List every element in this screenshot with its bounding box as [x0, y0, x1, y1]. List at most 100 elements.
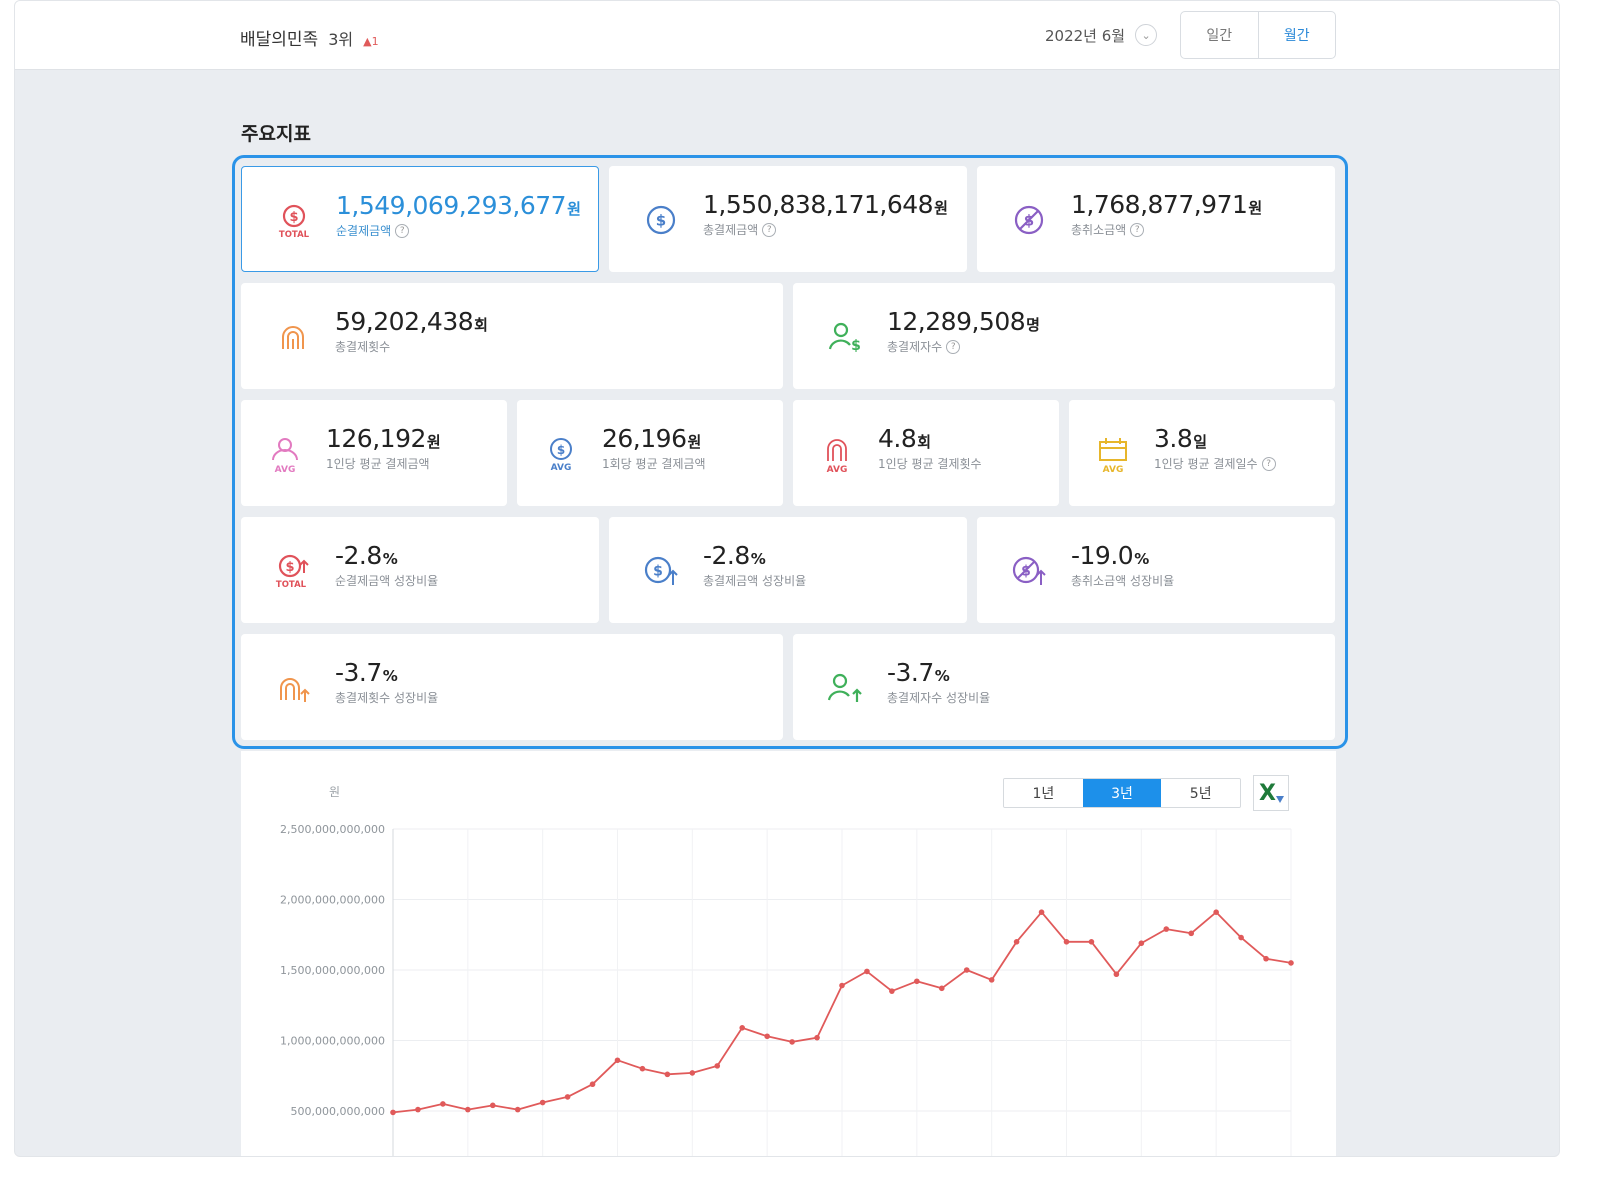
- data-point[interactable]: [1063, 939, 1070, 945]
- kpi-card[interactable]: $ -19.0% 총취소금액 성장비율: [977, 517, 1335, 623]
- data-point[interactable]: [614, 1057, 621, 1064]
- kpi-card[interactable]: AVG 3.8일 1인당 평균 결제일수?: [1069, 400, 1335, 506]
- kpi-card[interactable]: AVG 126,192원 1인당 평균 결제금액: [241, 400, 507, 506]
- fingerprint-icon: [271, 315, 315, 359]
- data-point[interactable]: [814, 1034, 820, 1041]
- kpi-value-unit: 원: [687, 433, 701, 451]
- kpi-card[interactable]: $12,289,508명 총결제자수?: [793, 283, 1335, 389]
- data-point[interactable]: [514, 1106, 521, 1113]
- kpi-label-text: 1회당 평균 결제금액: [602, 457, 706, 471]
- range-5y-button[interactable]: 5년: [1161, 779, 1240, 807]
- company-name: 배달의민족: [240, 30, 319, 50]
- data-point[interactable]: [1213, 909, 1219, 915]
- kpi-card[interactable]: $ -2.8% 총결제금액 성장비율: [609, 517, 967, 623]
- kpi-value: -2.8%: [335, 541, 438, 570]
- kpi-label-text: 총취소금액: [1071, 223, 1127, 237]
- chevron-down-icon[interactable]: ⌄: [1135, 24, 1158, 46]
- svg-text:$: $: [289, 210, 298, 225]
- range-3y-button[interactable]: 3년: [1082, 779, 1162, 807]
- svg-text:AVG: AVG: [1103, 465, 1124, 475]
- data-point[interactable]: [539, 1099, 546, 1106]
- period-selector[interactable]: 2022년 6월 ⌄: [1045, 24, 1158, 46]
- toggle-daily[interactable]: 일간: [1181, 12, 1258, 58]
- help-icon[interactable]: ?: [395, 223, 410, 238]
- data-point[interactable]: [714, 1063, 721, 1069]
- kpi-value: 12,289,508명: [887, 307, 1040, 336]
- data-point[interactable]: [963, 967, 970, 973]
- kpi-value: 3.8일: [1154, 424, 1276, 453]
- data-point[interactable]: [1238, 934, 1244, 941]
- kpi-card[interactable]: -3.7% 총결제자수 성장비율: [793, 634, 1335, 740]
- data-point[interactable]: [390, 1109, 396, 1116]
- data-point[interactable]: [1088, 939, 1095, 945]
- data-point[interactable]: [914, 978, 920, 985]
- data-point[interactable]: [789, 1039, 795, 1045]
- data-point[interactable]: [1263, 955, 1269, 962]
- data-point[interactable]: [864, 968, 870, 975]
- excel-download-icon[interactable]: X: [1253, 775, 1289, 811]
- y-tick-label: 2,000,000,000,000: [280, 894, 385, 907]
- data-point[interactable]: [1188, 930, 1195, 937]
- range-1y-button[interactable]: 1년: [1004, 779, 1083, 807]
- kpi-card[interactable]: -3.7% 총결제횟수 성장비율: [241, 634, 783, 740]
- kpi-card[interactable]: $ TOTAL -2.8% 순결제금액 성장비율: [241, 517, 599, 623]
- chart-panel: 원 1년 3년 5년 X 500,000,000,000 1,000,000,00…: [241, 751, 1336, 1156]
- top-bar: 배달의민족 3위 ▲1 2022년 6월 ⌄ 일간 월간: [15, 1, 1559, 70]
- user-avg-icon: AVG: [263, 432, 307, 476]
- kpi-text: 126,192원 1인당 평균 결제금액: [326, 424, 441, 472]
- data-point[interactable]: [839, 982, 845, 989]
- help-icon[interactable]: ?: [1130, 222, 1145, 237]
- svg-text:$: $: [851, 338, 861, 354]
- help-icon[interactable]: ?: [946, 339, 961, 354]
- kpi-value-unit: %: [382, 550, 398, 568]
- data-point[interactable]: [988, 977, 995, 983]
- kpi-card[interactable]: $1,768,877,971원총취소금액?: [977, 166, 1335, 272]
- dollar-avg-icon: $ AVG: [539, 432, 583, 476]
- data-point[interactable]: [1038, 909, 1045, 915]
- kpi-value-unit: %: [382, 667, 398, 685]
- data-point[interactable]: [689, 1070, 696, 1076]
- kpi-text: 12,289,508명 총결제자수?: [887, 307, 1040, 355]
- kpi-card[interactable]: $ AVG 26,196원 1회당 평균 결제금액: [517, 400, 783, 506]
- kpi-text: 4.8회 1인당 평균 결제횟수: [878, 424, 982, 472]
- y-tick-label: 2,500,000,000,000: [280, 823, 385, 836]
- data-point[interactable]: [589, 1081, 596, 1088]
- data-point[interactable]: [938, 985, 945, 992]
- kpi-label-text: 총결제금액 성장비율: [703, 574, 807, 588]
- kpi-grid: $ TOTAL 1,549,069,293,677원 순결제금액? $1,550,838…: [232, 155, 1348, 749]
- kpi-card[interactable]: 59,202,438회 총결제횟수: [241, 283, 783, 389]
- toggle-monthly[interactable]: 월간: [1257, 12, 1336, 58]
- data-point[interactable]: [739, 1025, 746, 1031]
- kpi-value-number: -19.0: [1071, 541, 1134, 570]
- svg-text:AVG: AVG: [827, 465, 848, 475]
- help-icon[interactable]: ?: [1261, 456, 1276, 471]
- data-point[interactable]: [889, 988, 895, 994]
- kpi-card[interactable]: $1,550,838,171,648원 총결제금액?: [609, 166, 967, 272]
- kpi-label: 총결제금액 성장비율: [703, 572, 806, 589]
- data-point[interactable]: [564, 1094, 571, 1100]
- kpi-card[interactable]: AVG 4.8회 1인당 평균 결제횟수: [793, 400, 1059, 506]
- data-point[interactable]: [1288, 960, 1294, 966]
- data-point[interactable]: [1163, 926, 1170, 932]
- kpi-label: 총결제횟수: [335, 338, 487, 355]
- data-point[interactable]: [1113, 971, 1120, 978]
- calendar-avg-icon: AVG: [1091, 432, 1135, 476]
- kpi-value: 1,549,069,293,677원: [336, 191, 581, 220]
- user-growth-icon: [823, 666, 867, 710]
- data-point[interactable]: [1013, 939, 1020, 945]
- rank-value: 3위: [328, 30, 354, 49]
- data-point[interactable]: [1138, 940, 1145, 947]
- kpi-value-unit: 원: [567, 200, 581, 218]
- kpi-label-text: 1인당 평균 결제일수: [1154, 457, 1258, 471]
- help-icon[interactable]: ?: [762, 222, 777, 237]
- data-point[interactable]: [440, 1101, 446, 1107]
- data-point[interactable]: [664, 1071, 671, 1078]
- kpi-card[interactable]: $ TOTAL 1,549,069,293,677원 순결제금액?: [241, 166, 599, 272]
- data-point[interactable]: [465, 1106, 471, 1113]
- kpi-text: -3.7% 총결제횟수 성장비율: [335, 658, 438, 706]
- data-point[interactable]: [764, 1033, 770, 1040]
- data-point[interactable]: [639, 1065, 646, 1072]
- data-point[interactable]: [415, 1106, 421, 1113]
- kpi-label-text: 총결제횟수 성장비율: [335, 691, 439, 705]
- data-point[interactable]: [489, 1102, 496, 1109]
